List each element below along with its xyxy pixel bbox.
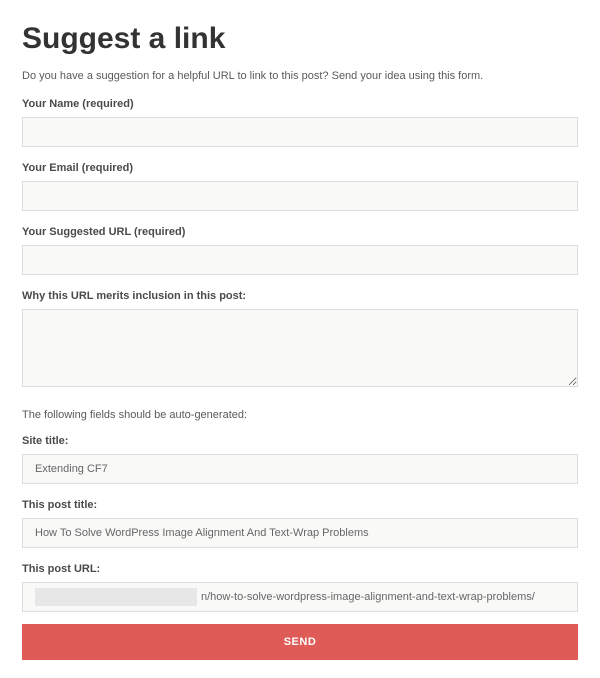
- send-button[interactable]: SEND: [22, 624, 578, 660]
- page-title: Suggest a link: [22, 22, 578, 56]
- email-label: Your Email (required): [22, 162, 578, 174]
- autogen-note: The following fields should be auto-gene…: [22, 409, 578, 421]
- post-url-visible: n/how-to-solve-wordpress-image-alignment…: [201, 591, 535, 603]
- site-title-input[interactable]: [22, 454, 578, 484]
- url-input[interactable]: [22, 245, 578, 275]
- reason-label: Why this URL merits inclusion in this po…: [22, 290, 578, 302]
- post-url-input[interactable]: n/how-to-solve-wordpress-image-alignment…: [22, 582, 578, 612]
- redacted-block: [35, 588, 197, 606]
- url-label: Your Suggested URL (required): [22, 226, 578, 238]
- post-url-label: This post URL:: [22, 563, 578, 575]
- name-label: Your Name (required): [22, 98, 578, 110]
- intro-text: Do you have a suggestion for a helpful U…: [22, 70, 578, 82]
- email-input[interactable]: [22, 181, 578, 211]
- name-input[interactable]: [22, 117, 578, 147]
- post-title-input[interactable]: [22, 518, 578, 548]
- post-title-label: This post title:: [22, 499, 578, 511]
- reason-textarea[interactable]: [22, 309, 578, 387]
- site-title-label: Site title:: [22, 435, 578, 447]
